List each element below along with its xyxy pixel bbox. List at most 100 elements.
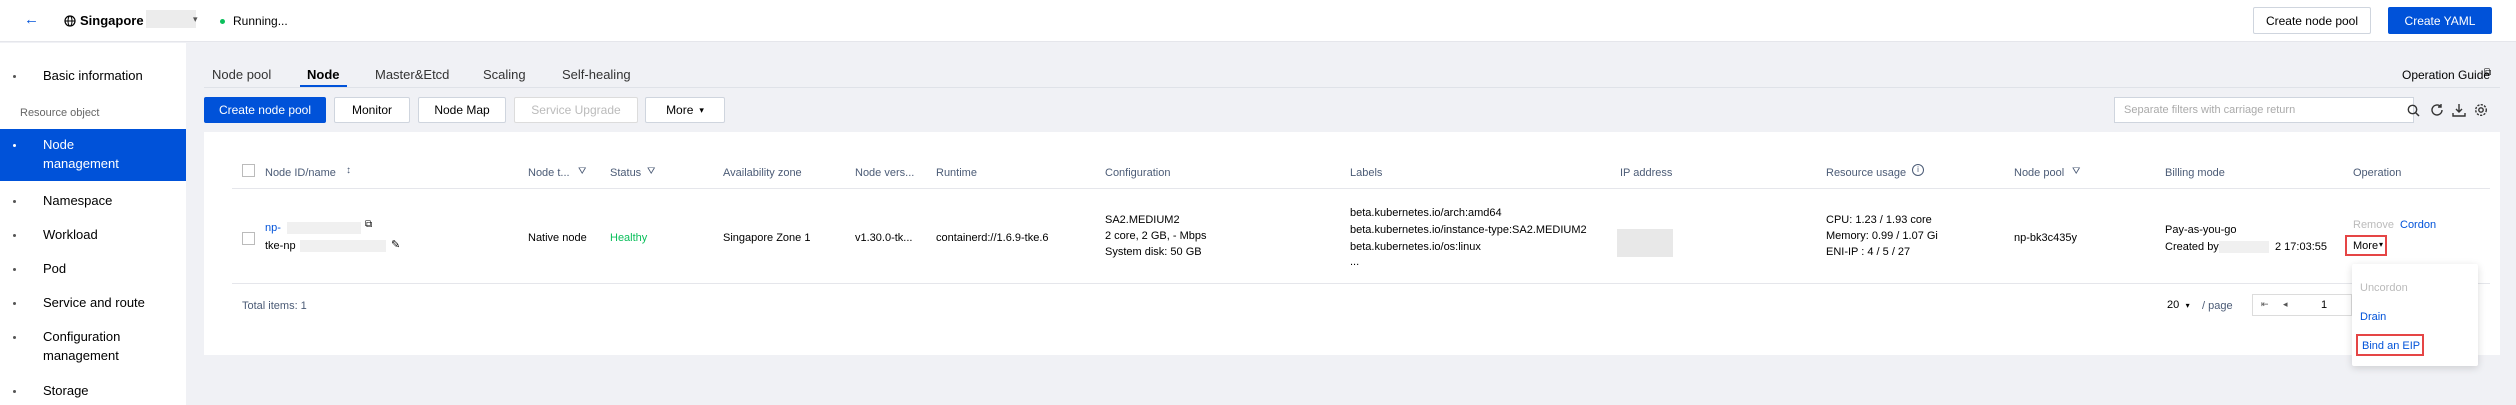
node-pool-id: np-bk3c435y <box>2014 232 2077 244</box>
chevron-down-icon: ▾ <box>2379 240 2384 249</box>
label-instance-type: beta.kubernetes.io/instance-type:SA2.MED… <box>1350 224 1587 236</box>
availability-zone: Singapore Zone 1 <box>723 232 811 244</box>
search-input[interactable]: Separate filters with carriage return <box>2114 97 2420 123</box>
first-page-icon[interactable]: ⇤ <box>2261 299 2269 310</box>
remove-link[interactable]: Remove <box>2353 218 2394 233</box>
filter-icon[interactable]: ⛛ <box>647 166 655 177</box>
create-node-pool-button[interactable]: Create node pool <box>204 97 326 123</box>
pager: ⇤ ◂ 1 <box>2252 294 2352 316</box>
external-link-icon[interactable]: ⧉ <box>2484 67 2491 78</box>
node-type: Native node <box>528 232 587 244</box>
label-more: ... <box>1350 256 1360 268</box>
page-number[interactable]: 1 <box>2321 299 2327 311</box>
top-bar: ← Singapore ▾ Running... Create node poo… <box>0 0 2516 42</box>
sort-icon[interactable]: ↕ <box>346 165 351 176</box>
sidebar-section-resource-object: Resource object <box>20 107 100 119</box>
node-name: tke-np <box>265 240 296 252</box>
usage-memory: Memory: 0.99 / 1.07 Gi <box>1826 230 1938 242</box>
monitor-button[interactable]: Monitor <box>334 97 410 123</box>
row-more-dropdown: Uncordon Drain Bind an EIP <box>2352 264 2478 366</box>
chevron-down-icon: ▾ <box>2185 301 2190 310</box>
row-more-button[interactable]: More ▾ <box>2345 235 2387 256</box>
tab-scaling[interactable]: Scaling <box>483 67 526 82</box>
page-size-select[interactable]: 20 ▾ <box>2167 297 2197 315</box>
tab-master-etcd[interactable]: Master&Etcd <box>375 67 449 82</box>
ip-address-redacted <box>1617 229 1673 257</box>
node-name-redacted <box>300 240 386 252</box>
usage-eni-ip: ENI-IP : 4 / 5 / 27 <box>1826 246 1911 258</box>
search-icon[interactable] <box>2407 104 2420 117</box>
filter-icon[interactable]: ⛛ <box>578 166 586 177</box>
column-header-ip-address: IP address <box>1620 167 1673 179</box>
column-header-availability-zone: Availability zone <box>723 167 802 179</box>
info-icon[interactable]: i <box>1912 164 1924 176</box>
sidebar-item-namespace[interactable]: Namespace <box>0 191 186 211</box>
back-arrow-icon[interactable]: ← <box>24 11 39 28</box>
column-header-configuration: Configuration <box>1105 167 1171 179</box>
total-items: Total items: 1 <box>242 300 307 312</box>
page-size-value: 20 <box>2167 299 2180 311</box>
search-placeholder: Separate filters with carriage return <box>2124 104 2296 116</box>
operation-guide-link[interactable]: Operation Guide <box>2402 68 2490 82</box>
sidebar-item-configuration-management[interactable]: Configuration management <box>0 327 186 367</box>
tabs-divider <box>204 87 2500 88</box>
select-all-checkbox[interactable] <box>242 164 255 177</box>
menu-item-drain[interactable]: Drain <box>2360 311 2386 323</box>
chevron-down-icon: ▾ <box>699 104 704 115</box>
sidebar-item-service-and-route[interactable]: Service and route <box>0 293 186 313</box>
column-header-node-id: Node ID/name <box>265 167 336 179</box>
runtime: containerd://1.6.9-tke.6 <box>936 232 1049 244</box>
refresh-icon[interactable] <box>2430 103 2444 117</box>
service-upgrade-button[interactable]: Service Upgrade <box>514 97 638 123</box>
column-header-resource-usage: Resource usage <box>1826 167 1907 179</box>
config-spec: 2 core, 2 GB, - Mbps <box>1105 230 1207 242</box>
region-label[interactable]: Singapore <box>80 13 144 28</box>
filter-icon[interactable]: ⛛ <box>2072 166 2080 177</box>
column-header-billing-mode: Billing mode <box>2165 167 2225 179</box>
column-header-runtime: Runtime <box>936 167 977 179</box>
prev-page-icon[interactable]: ◂ <box>2283 299 2288 310</box>
created-by-label: Created by <box>2165 241 2219 253</box>
row-divider <box>232 283 2490 284</box>
node-map-button[interactable]: Node Map <box>418 97 506 123</box>
config-model: SA2.MEDIUM2 <box>1105 214 1180 226</box>
globe-icon <box>64 15 76 27</box>
column-header-operation: Operation <box>2353 167 2402 179</box>
settings-icon[interactable] <box>2474 103 2488 117</box>
sidebar-item-storage[interactable]: Storage <box>0 381 186 401</box>
node-id-link[interactable]: np- <box>265 221 281 236</box>
row-checkbox[interactable] <box>242 232 255 245</box>
column-header-node-type: Node t... <box>528 167 570 179</box>
tab-self-healing[interactable]: Self-healing <box>562 67 631 82</box>
config-disk: System disk: 50 GB <box>1105 246 1202 258</box>
edit-icon[interactable]: ✎ <box>391 238 400 251</box>
menu-item-bind-eip-label: Bind an EIP <box>2362 340 2421 352</box>
copy-icon[interactable]: ⧉ <box>365 219 372 230</box>
cluster-name-redacted <box>146 10 196 28</box>
column-header-node-pool: Node pool <box>2014 167 2065 179</box>
tab-node-pool[interactable]: Node pool <box>212 67 271 82</box>
column-header-status: Status <box>610 167 642 179</box>
sidebar-item-pod[interactable]: Pod <box>0 259 186 279</box>
label-os: beta.kubernetes.io/os:linux <box>1350 241 1481 253</box>
menu-item-bind-eip[interactable]: Bind an EIP <box>2356 334 2424 356</box>
sidebar-item-basic-information[interactable]: Basic information <box>0 66 186 86</box>
download-icon[interactable] <box>2452 103 2466 117</box>
column-header-labels: Labels <box>1350 167 1383 179</box>
per-page-label: / page <box>2202 300 2233 312</box>
create-node-pool-header-button[interactable]: Create node pool <box>2253 7 2371 34</box>
status-healthy: Healthy <box>610 232 648 244</box>
cordon-link[interactable]: Cordon <box>2400 218 2436 233</box>
chevron-down-icon[interactable]: ▾ <box>193 14 198 25</box>
column-header-node-version: Node vers... <box>855 167 915 179</box>
more-toolbar-button[interactable]: More ▾ <box>645 97 725 123</box>
menu-item-uncordon[interactable]: Uncordon <box>2360 282 2408 294</box>
label-arch: beta.kubernetes.io/arch:amd64 <box>1350 207 1502 219</box>
created-time: 2 17:03:55 <box>2275 241 2327 253</box>
create-yaml-button[interactable]: Create YAML <box>2388 7 2492 34</box>
tab-node[interactable]: Node <box>307 67 340 82</box>
sidebar-item-node-management[interactable]: Node management <box>0 129 186 181</box>
row-more-label: More <box>2353 240 2379 252</box>
billing-mode: Pay-as-you-go <box>2165 224 2237 236</box>
sidebar-item-workload[interactable]: Workload <box>0 225 186 245</box>
